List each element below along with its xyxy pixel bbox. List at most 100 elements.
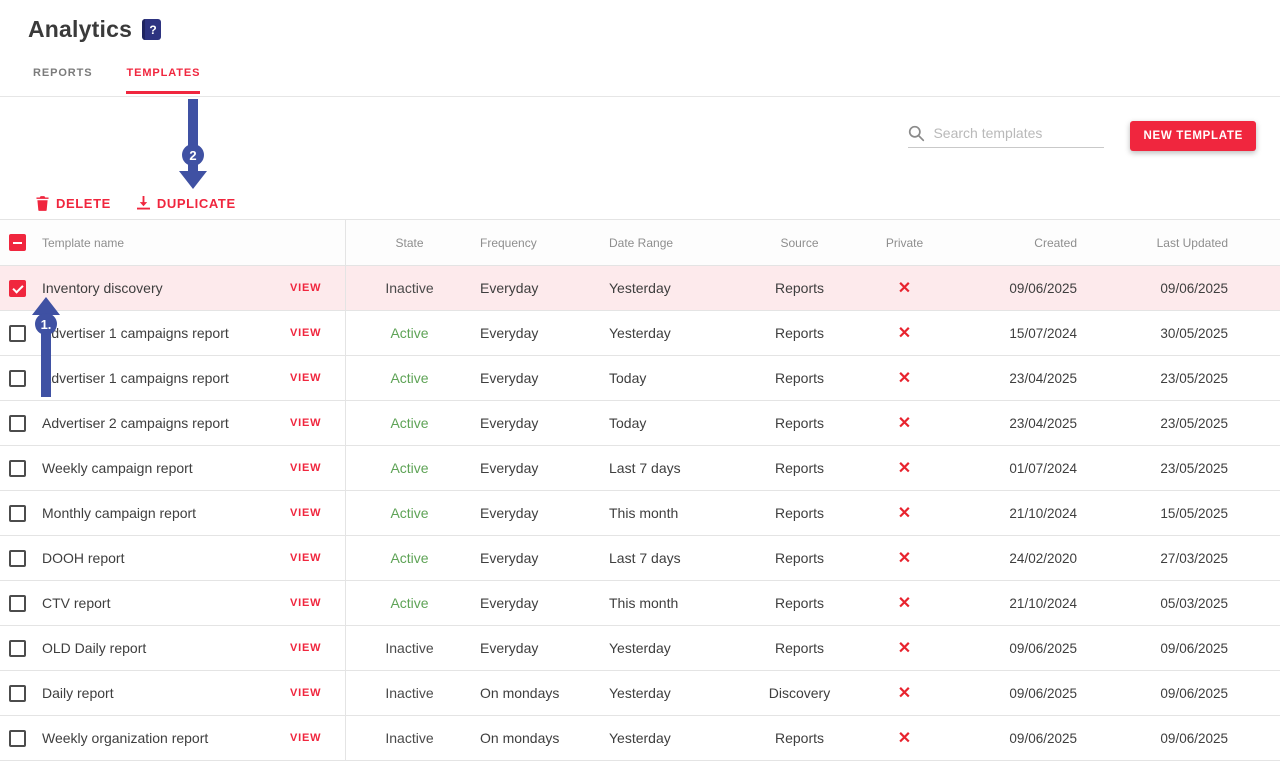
- created-cell: 21/10/2024: [952, 491, 1077, 535]
- source-cell: Reports: [742, 581, 857, 625]
- table-row: CTV report VIEW Active Everyday This mon…: [0, 581, 1280, 626]
- table-row: Monthly campaign report VIEW Active Ever…: [0, 491, 1280, 536]
- created-cell: 01/07/2024: [952, 446, 1077, 490]
- duplicate-button[interactable]: DUPLICATE: [137, 196, 236, 211]
- updated-cell: 27/03/2025: [1077, 536, 1280, 580]
- state-cell: Inactive: [345, 266, 473, 310]
- view-link[interactable]: VIEW: [290, 716, 345, 760]
- date-range-cell: Today: [602, 356, 742, 400]
- created-cell: 15/07/2024: [952, 311, 1077, 355]
- delete-label: DELETE: [56, 196, 111, 211]
- help-icon[interactable]: ?: [142, 19, 161, 40]
- updated-cell: 09/06/2025: [1077, 671, 1280, 715]
- updated-cell: 23/05/2025: [1077, 446, 1280, 490]
- table-body: Inventory discovery VIEW Inactive Everyd…: [0, 266, 1280, 761]
- created-cell: 23/04/2025: [952, 356, 1077, 400]
- view-link[interactable]: VIEW: [290, 311, 345, 355]
- row-checkbox[interactable]: [9, 280, 26, 297]
- frequency-cell: On mondays: [473, 716, 602, 760]
- template-name: OLD Daily report: [42, 626, 290, 670]
- private-x-icon: ✕: [857, 626, 952, 670]
- table-row: Weekly organization report VIEW Inactive…: [0, 716, 1280, 761]
- updated-cell: 09/06/2025: [1077, 266, 1280, 310]
- trash-icon: [36, 196, 49, 211]
- row-checkbox[interactable]: [9, 415, 26, 432]
- row-checkbox[interactable]: [9, 640, 26, 657]
- row-checkbox[interactable]: [9, 730, 26, 747]
- state-cell: Active: [345, 356, 473, 400]
- table-header-row: Template name State Frequency Date Range…: [0, 220, 1280, 266]
- template-name: Weekly organization report: [42, 716, 290, 760]
- date-range-cell: Today: [602, 401, 742, 445]
- date-range-cell: This month: [602, 581, 742, 625]
- select-all-checkbox[interactable]: [9, 234, 26, 251]
- new-template-button[interactable]: NEW TEMPLATE: [1130, 121, 1256, 151]
- source-cell: Reports: [742, 266, 857, 310]
- source-cell: Reports: [742, 491, 857, 535]
- state-cell: Active: [345, 311, 473, 355]
- template-name: Weekly campaign report: [42, 446, 290, 490]
- row-checkbox[interactable]: [9, 370, 26, 387]
- header-source: Source: [742, 220, 857, 265]
- view-link[interactable]: VIEW: [290, 266, 345, 310]
- table-row: Advertiser 1 campaigns report VIEW Activ…: [0, 356, 1280, 401]
- view-link[interactable]: VIEW: [290, 626, 345, 670]
- source-cell: Discovery: [742, 671, 857, 715]
- source-cell: Reports: [742, 311, 857, 355]
- source-cell: Reports: [742, 401, 857, 445]
- row-checkbox[interactable]: [9, 505, 26, 522]
- template-name: Advertiser 1 campaigns report: [42, 311, 290, 355]
- private-x-icon: ✕: [857, 536, 952, 580]
- table-row: DOOH report VIEW Active Everyday Last 7 …: [0, 536, 1280, 581]
- state-cell: Inactive: [345, 716, 473, 760]
- view-link[interactable]: VIEW: [290, 581, 345, 625]
- created-cell: 24/02/2020: [952, 536, 1077, 580]
- private-x-icon: ✕: [857, 716, 952, 760]
- date-range-cell: Yesterday: [602, 626, 742, 670]
- row-checkbox[interactable]: [9, 595, 26, 612]
- row-checkbox[interactable]: [9, 460, 26, 477]
- state-cell: Inactive: [345, 671, 473, 715]
- header-view-spacer: [290, 220, 345, 265]
- state-cell: Inactive: [345, 626, 473, 670]
- frequency-cell: Everyday: [473, 446, 602, 490]
- updated-cell: 23/05/2025: [1077, 401, 1280, 445]
- private-x-icon: ✕: [857, 491, 952, 535]
- template-name: DOOH report: [42, 536, 290, 580]
- tab-reports[interactable]: REPORTS: [33, 67, 92, 94]
- state-cell: Active: [345, 536, 473, 580]
- date-range-cell: Yesterday: [602, 311, 742, 355]
- search-input[interactable]: [933, 125, 1104, 141]
- view-link[interactable]: VIEW: [290, 446, 345, 490]
- updated-cell: 15/05/2025: [1077, 491, 1280, 535]
- view-link[interactable]: VIEW: [290, 491, 345, 535]
- view-link[interactable]: VIEW: [290, 671, 345, 715]
- table-row: Advertiser 1 campaigns report VIEW Activ…: [0, 311, 1280, 356]
- row-checkbox[interactable]: [9, 325, 26, 342]
- frequency-cell: Everyday: [473, 581, 602, 625]
- delete-button[interactable]: DELETE: [36, 196, 111, 211]
- date-range-cell: Yesterday: [602, 671, 742, 715]
- frequency-cell: Everyday: [473, 266, 602, 310]
- tab-templates[interactable]: TEMPLATES: [126, 67, 200, 94]
- frequency-cell: Everyday: [473, 356, 602, 400]
- arrow-down-icon: [179, 171, 207, 189]
- frequency-cell: On mondays: [473, 671, 602, 715]
- view-link[interactable]: VIEW: [290, 536, 345, 580]
- source-cell: Reports: [742, 356, 857, 400]
- source-cell: Reports: [742, 716, 857, 760]
- header-template-name: Template name: [42, 220, 290, 265]
- top-header: Analytics ? REPORTS TEMPLATES: [0, 0, 1280, 94]
- private-x-icon: ✕: [857, 401, 952, 445]
- view-link[interactable]: VIEW: [290, 356, 345, 400]
- duplicate-label: DUPLICATE: [157, 196, 236, 211]
- header-frequency: Frequency: [473, 220, 602, 265]
- tab-bar: REPORTS TEMPLATES: [28, 67, 1252, 94]
- view-link[interactable]: VIEW: [290, 401, 345, 445]
- date-range-cell: Last 7 days: [602, 536, 742, 580]
- search-icon: [908, 125, 925, 142]
- row-checkbox[interactable]: [9, 685, 26, 702]
- row-checkbox[interactable]: [9, 550, 26, 567]
- search-box[interactable]: [908, 125, 1104, 148]
- page-title: Analytics: [28, 16, 132, 43]
